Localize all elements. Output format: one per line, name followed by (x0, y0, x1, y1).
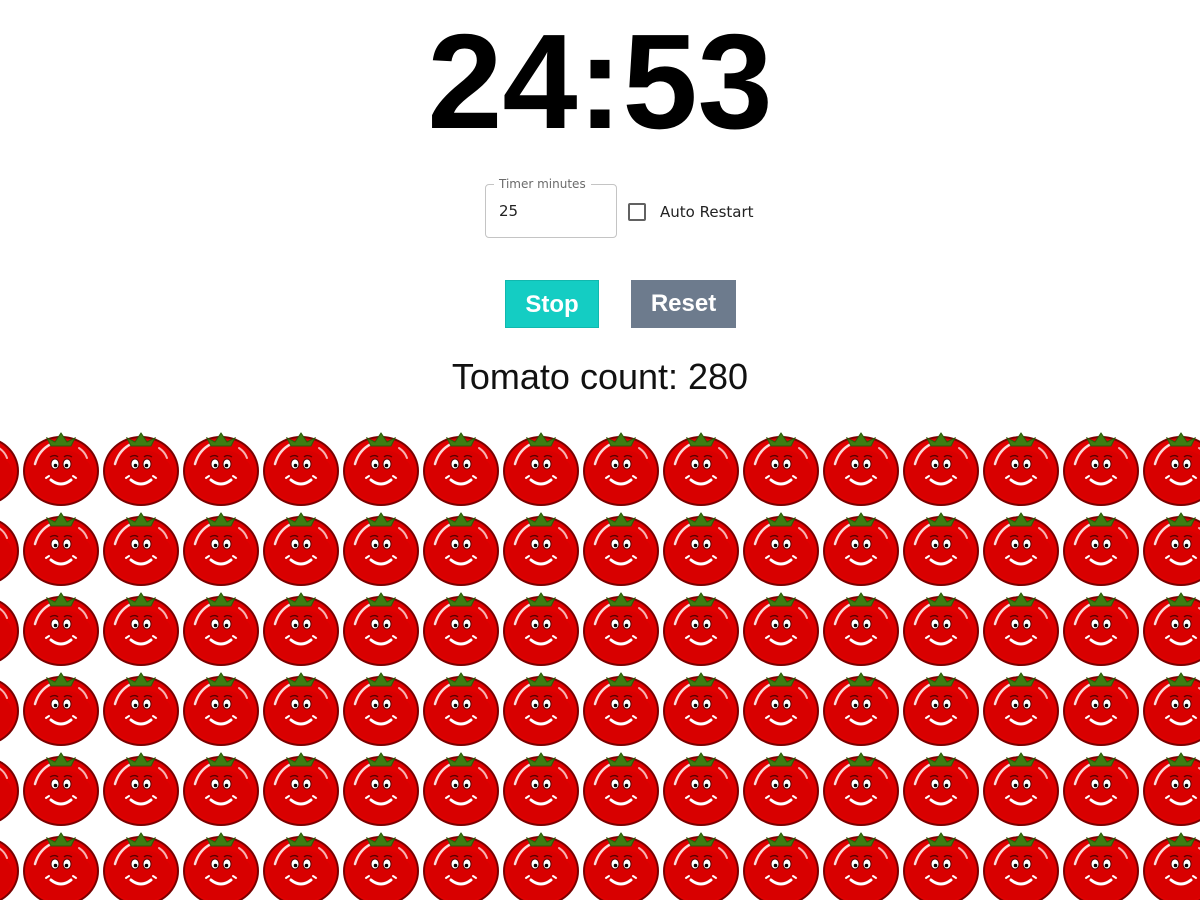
smiling-tomato-icon (1141, 428, 1200, 508)
smiling-tomato-icon (101, 828, 181, 900)
pomodoro-page: 24:53 Timer minutes Auto Restart Stop Re… (0, 0, 1200, 900)
smiling-tomato-icon (1061, 508, 1141, 588)
smiling-tomato-icon (581, 588, 661, 668)
smiling-tomato-icon (1061, 828, 1141, 900)
smiling-tomato-icon (501, 508, 581, 588)
smiling-tomato-icon (661, 428, 741, 508)
smiling-tomato-icon (341, 508, 421, 588)
smiling-tomato-icon (341, 428, 421, 508)
smiling-tomato-icon (741, 668, 821, 748)
smiling-tomato-icon (341, 588, 421, 668)
smiling-tomato-icon (821, 748, 901, 828)
smiling-tomato-icon (261, 668, 341, 748)
smiling-tomato-icon (181, 748, 261, 828)
smiling-tomato-icon (341, 828, 421, 900)
smiling-tomato-icon (821, 428, 901, 508)
smiling-tomato-icon (901, 428, 981, 508)
smiling-tomato-icon (261, 748, 341, 828)
tomato-grid (0, 0, 1200, 900)
smiling-tomato-icon (181, 828, 261, 900)
smiling-tomato-icon (0, 668, 21, 748)
smiling-tomato-icon (261, 508, 341, 588)
smiling-tomato-icon (901, 508, 981, 588)
smiling-tomato-icon (261, 428, 341, 508)
smiling-tomato-icon (101, 748, 181, 828)
smiling-tomato-icon (101, 588, 181, 668)
smiling-tomato-icon (0, 428, 21, 508)
smiling-tomato-icon (1141, 828, 1200, 900)
smiling-tomato-icon (981, 668, 1061, 748)
smiling-tomato-icon (1061, 748, 1141, 828)
smiling-tomato-icon (181, 588, 261, 668)
smiling-tomato-icon (0, 748, 21, 828)
smiling-tomato-icon (661, 828, 741, 900)
smiling-tomato-icon (181, 428, 261, 508)
smiling-tomato-icon (581, 428, 661, 508)
smiling-tomato-icon (101, 428, 181, 508)
smiling-tomato-icon (741, 828, 821, 900)
smiling-tomato-icon (1061, 668, 1141, 748)
smiling-tomato-icon (981, 428, 1061, 508)
smiling-tomato-icon (1141, 748, 1200, 828)
smiling-tomato-icon (421, 588, 501, 668)
smiling-tomato-icon (581, 828, 661, 900)
smiling-tomato-icon (581, 748, 661, 828)
smiling-tomato-icon (821, 668, 901, 748)
smiling-tomato-icon (501, 428, 581, 508)
smiling-tomato-icon (901, 668, 981, 748)
smiling-tomato-icon (341, 668, 421, 748)
smiling-tomato-icon (1061, 428, 1141, 508)
smiling-tomato-icon (0, 508, 21, 588)
smiling-tomato-icon (21, 828, 101, 900)
smiling-tomato-icon (741, 508, 821, 588)
smiling-tomato-icon (101, 668, 181, 748)
smiling-tomato-icon (421, 828, 501, 900)
smiling-tomato-icon (421, 508, 501, 588)
smiling-tomato-icon (341, 748, 421, 828)
smiling-tomato-icon (821, 828, 901, 900)
smiling-tomato-icon (661, 508, 741, 588)
smiling-tomato-icon (901, 748, 981, 828)
smiling-tomato-icon (981, 828, 1061, 900)
smiling-tomato-icon (501, 668, 581, 748)
smiling-tomato-icon (661, 668, 741, 748)
smiling-tomato-icon (981, 748, 1061, 828)
smiling-tomato-icon (1061, 588, 1141, 668)
smiling-tomato-icon (741, 588, 821, 668)
smiling-tomato-icon (741, 748, 821, 828)
smiling-tomato-icon (981, 508, 1061, 588)
smiling-tomato-icon (0, 588, 21, 668)
smiling-tomato-icon (421, 668, 501, 748)
smiling-tomato-icon (21, 428, 101, 508)
smiling-tomato-icon (1141, 668, 1200, 748)
smiling-tomato-icon (821, 588, 901, 668)
smiling-tomato-icon (181, 508, 261, 588)
smiling-tomato-icon (901, 588, 981, 668)
smiling-tomato-icon (261, 588, 341, 668)
smiling-tomato-icon (581, 668, 661, 748)
smiling-tomato-icon (821, 508, 901, 588)
smiling-tomato-icon (981, 588, 1061, 668)
smiling-tomato-icon (501, 828, 581, 900)
smiling-tomato-icon (741, 428, 821, 508)
smiling-tomato-icon (421, 428, 501, 508)
smiling-tomato-icon (21, 748, 101, 828)
smiling-tomato-icon (21, 668, 101, 748)
smiling-tomato-icon (501, 588, 581, 668)
smiling-tomato-icon (101, 508, 181, 588)
smiling-tomato-icon (261, 828, 341, 900)
smiling-tomato-icon (0, 828, 21, 900)
smiling-tomato-icon (661, 588, 741, 668)
smiling-tomato-icon (181, 668, 261, 748)
smiling-tomato-icon (901, 828, 981, 900)
smiling-tomato-icon (21, 588, 101, 668)
smiling-tomato-icon (661, 748, 741, 828)
smiling-tomato-icon (501, 748, 581, 828)
smiling-tomato-icon (1141, 508, 1200, 588)
smiling-tomato-icon (581, 508, 661, 588)
smiling-tomato-icon (421, 748, 501, 828)
smiling-tomato-icon (21, 508, 101, 588)
smiling-tomato-icon (1141, 588, 1200, 668)
